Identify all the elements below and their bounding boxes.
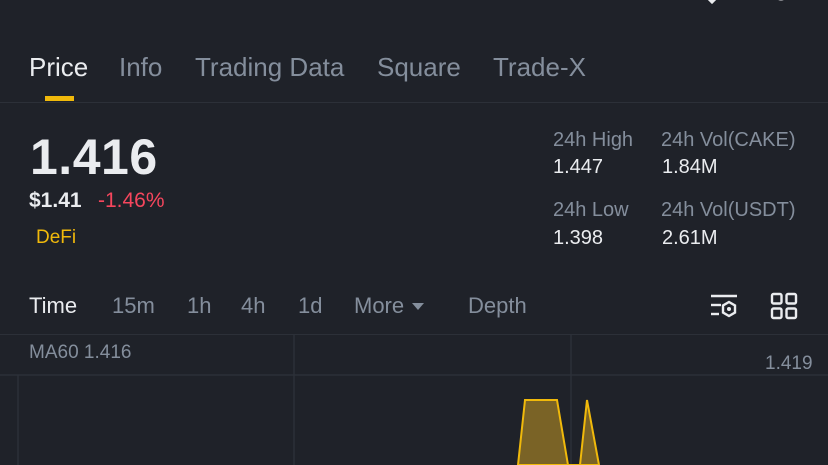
high-value: 1.447 (553, 156, 604, 178)
tab-bar: Price Info Trading Data Square Trade-X (0, 36, 828, 103)
low-value: 1.398 (553, 227, 604, 249)
tab-trading-data[interactable]: Trading Data (195, 52, 344, 83)
vol-base-value: 1.84M (662, 156, 718, 178)
tab-trade-x[interactable]: Trade-X (493, 52, 586, 83)
timeframe-time[interactable]: Time (29, 293, 77, 319)
grid-icon[interactable] (770, 292, 798, 320)
y-axis-label: 1.419 (765, 353, 813, 374)
depth-tab[interactable]: Depth (468, 293, 527, 319)
usd-price: $1.41 (29, 189, 82, 212)
active-tab-indicator (45, 96, 74, 101)
low-label: 24h Low (553, 199, 629, 221)
chart-settings-icon[interactable] (709, 292, 741, 322)
timeframe-more[interactable]: More (354, 293, 425, 319)
vol-quote-label: 24h Vol(USDT) (661, 199, 796, 221)
chevron-down-icon (412, 303, 425, 310)
tab-square[interactable]: Square (377, 52, 461, 83)
timeframe-1d[interactable]: 1d (298, 293, 322, 319)
vol-base-label: 24h Vol(CAKE) (661, 129, 796, 151)
status-strip (0, 0, 828, 8)
timeframe-15m[interactable]: 15m (112, 293, 155, 319)
last-price: 1.416 (30, 129, 158, 185)
price-change-percent: -1.46% (98, 189, 165, 212)
share-icon[interactable] (770, 0, 792, 4)
timeframe-4h[interactable]: 4h (241, 293, 265, 319)
tab-info[interactable]: Info (119, 52, 162, 83)
star-icon[interactable] (700, 0, 724, 4)
ma60-label: MA60 1.416 (29, 342, 132, 363)
vol-quote-value: 2.61M (662, 227, 718, 249)
tab-price[interactable]: Price (29, 52, 88, 83)
timeframe-1h[interactable]: 1h (187, 293, 211, 319)
app-icon (626, 0, 664, 4)
price-area (516, 399, 601, 465)
more-label: More (354, 293, 405, 318)
category-tag[interactable]: DeFi (36, 227, 76, 249)
high-label: 24h High (553, 129, 634, 151)
